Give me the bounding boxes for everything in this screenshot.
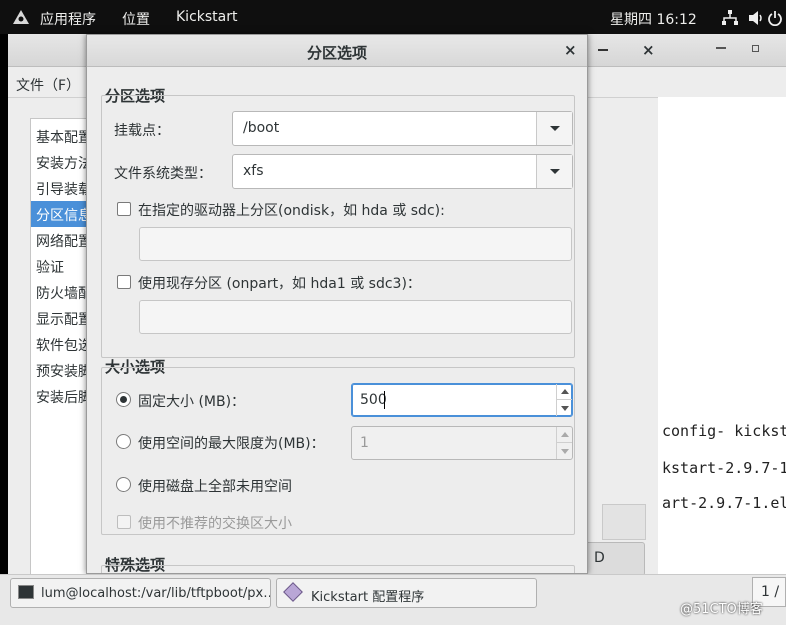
- background-button-label: D: [594, 550, 605, 566]
- chevron-up-icon: [561, 432, 569, 437]
- onpart-label: 使用现存分区 (onpart，如 hda1 或 sdc3)：: [138, 276, 421, 292]
- terminal-maximize-icon[interactable]: [752, 45, 759, 52]
- ondisk-checkbox[interactable]: [117, 202, 131, 216]
- mount-point-label: 挂载点：: [114, 123, 170, 139]
- max-size-value: 1: [360, 435, 369, 451]
- fixed-size-label: 固定大小 (MB)：: [138, 394, 246, 410]
- background-button[interactable]: D: [583, 542, 645, 576]
- applications-menu[interactable]: 应用程序: [40, 9, 96, 29]
- terminal-text-area: config- kicksta kstart-2.9.7-1 art-2.9.7…: [658, 97, 786, 574]
- mount-point-value: /boot: [243, 120, 280, 136]
- minimize-icon[interactable]: [598, 49, 608, 51]
- menu-file[interactable]: 文件（F）: [16, 75, 80, 95]
- fs-type-combo[interactable]: xfs: [232, 154, 573, 189]
- terminal-minimize-icon[interactable]: [716, 47, 726, 49]
- taskbar: lum@localhost:/var/lib/tftpboot/px… Kick…: [0, 574, 786, 625]
- kickstart-icon: [283, 582, 303, 602]
- terminal-icon: [18, 585, 34, 599]
- terminal-line: art-2.9.7-1.el: [662, 494, 786, 512]
- max-size-spinner[interactable]: 1: [351, 426, 573, 460]
- clock[interactable]: 星期四 16:12: [610, 9, 697, 29]
- watermark: @51CTO博客: [680, 602, 763, 617]
- task-terminal[interactable]: lum@localhost:/var/lib/tftpboot/px…: [10, 578, 271, 608]
- dialog-titlebar: 分区选项 ×: [87, 35, 587, 67]
- terminal-line: kstart-2.9.7-1: [662, 459, 786, 477]
- chevron-down-icon: [561, 449, 569, 454]
- fixed-size-value: 500: [360, 392, 387, 408]
- spin-down-button[interactable]: [556, 400, 572, 416]
- fixed-size-radio[interactable]: [116, 392, 131, 407]
- chevron-up-icon: [561, 389, 569, 394]
- partition-options-dialog: 分区选项 × 分区选项 挂载点： /boot 文件系统类型： xfs 在指定的驱…: [86, 34, 588, 574]
- close-icon[interactable]: ×: [564, 41, 577, 59]
- onpart-checkbox[interactable]: [117, 275, 131, 289]
- ondisk-input[interactable]: [139, 227, 572, 261]
- task-kickstart[interactable]: Kickstart 配置程序: [276, 578, 537, 608]
- fs-type-label: 文件系统类型：: [114, 166, 212, 182]
- recommended-swap-label: 使用不推荐的交换区大小: [138, 516, 292, 532]
- max-size-radio[interactable]: [116, 434, 131, 449]
- spin-up-button[interactable]: [556, 384, 572, 400]
- terminal-line: config- kicksta: [662, 422, 786, 440]
- fill-disk-label: 使用磁盘上全部未用空间: [138, 479, 292, 495]
- fs-type-value: xfs: [243, 163, 264, 179]
- background-panel: [602, 504, 646, 540]
- top-panel: 应用程序 位置 Kickstart 星期四 16:12: [0, 0, 786, 34]
- max-size-label: 使用空间的最大限度为(MB)：: [138, 436, 325, 452]
- places-menu[interactable]: 位置: [122, 9, 150, 29]
- active-app-menu[interactable]: Kickstart: [176, 9, 237, 25]
- task-kickstart-label: Kickstart 配置程序: [311, 590, 425, 605]
- chevron-down-icon: [550, 126, 560, 131]
- power-icon[interactable]: [768, 10, 782, 26]
- spin-down-button[interactable]: [556, 443, 572, 459]
- fill-disk-radio[interactable]: [116, 477, 131, 492]
- pager-label: 1 /: [761, 584, 780, 600]
- network-icon[interactable]: [722, 10, 738, 26]
- fs-type-dropdown-button[interactable]: [536, 155, 572, 188]
- special-section-frame: [101, 565, 575, 573]
- applications-icon: [13, 10, 29, 24]
- ondisk-label: 在指定的驱动器上分区(ondisk，如 hda 或 sdc):: [138, 203, 445, 219]
- chevron-down-icon: [561, 406, 569, 411]
- mount-point-combo[interactable]: /boot: [232, 111, 573, 146]
- mount-point-dropdown-button[interactable]: [536, 112, 572, 145]
- fixed-size-spinner[interactable]: 500: [351, 383, 573, 417]
- chevron-down-icon: [550, 169, 560, 174]
- text-cursor: [384, 391, 385, 409]
- volume-icon[interactable]: [749, 10, 763, 26]
- recommended-swap-checkbox[interactable]: [117, 515, 131, 529]
- task-terminal-label: lum@localhost:/var/lib/tftpboot/px…: [41, 586, 271, 601]
- onpart-input[interactable]: [139, 300, 572, 334]
- spin-up-button[interactable]: [556, 427, 572, 443]
- close-icon[interactable]: ×: [642, 41, 655, 59]
- dialog-title: 分区选项: [306, 44, 367, 62]
